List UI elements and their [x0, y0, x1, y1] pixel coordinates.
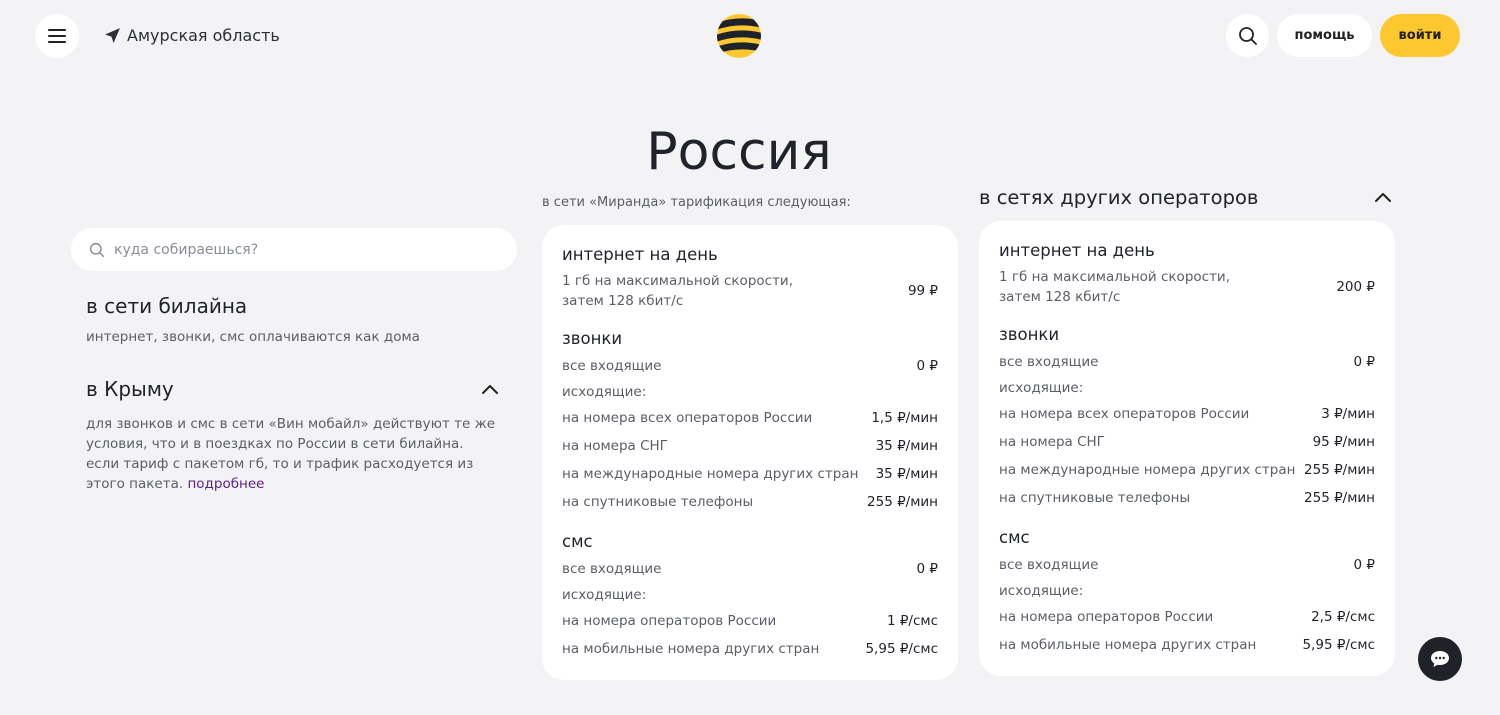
calls-incoming-row: все входящие 0 ₽: [562, 356, 938, 376]
sms-incoming-label: все входящие: [562, 561, 662, 577]
menu-button[interactable]: [35, 14, 79, 58]
page-title: Россия: [646, 122, 832, 182]
region-label: Амурская область: [127, 26, 280, 45]
table-row: на номера СНГ 95 ₽/мин: [999, 432, 1375, 452]
miranda-tariff-card: интернет на день 1 гб на максимальной ск…: [542, 225, 958, 680]
row-label: на номера СНГ: [999, 434, 1105, 450]
search-icon: [1238, 26, 1257, 45]
calls-incoming-price: 0 ₽: [1353, 354, 1375, 370]
sms-outgoing-label: исходящие:: [999, 583, 1084, 599]
row-label: на международные номера других стран: [562, 466, 859, 482]
row-label: на спутниковые телефоны: [999, 490, 1191, 506]
sms-incoming-price: 0 ₽: [916, 561, 938, 577]
beeline-network-text: интернет, звонки, смс оплачиваются как д…: [86, 329, 420, 345]
sms-outgoing-label-row: исходящие:: [999, 581, 1375, 601]
crimea-title[interactable]: в Крыму: [86, 377, 174, 401]
beeline-network-title: в сети билайна: [86, 294, 248, 318]
table-row: на спутниковые телефоны 255 ₽/мин: [562, 492, 938, 512]
internet-desc: 1 гб на максимальной скорости, затем 128…: [999, 269, 1230, 305]
internet-title: интернет на день: [999, 241, 1155, 260]
row-label: на номера всех операторов России: [999, 406, 1250, 422]
table-row: на мобильные номера других стран 5,95 ₽/…: [999, 635, 1375, 655]
crimea-text: для звонков и смс в сети «Вин мобайл» де…: [86, 414, 496, 494]
table-row: на номера операторов России 2,5 ₽/смс: [999, 607, 1375, 627]
table-row: на номера всех операторов России 3 ₽/мин: [999, 404, 1375, 424]
internet-desc: 1 гб на максимальной скорости, затем 128…: [562, 273, 793, 309]
chevron-up-icon[interactable]: [481, 383, 499, 395]
row-price: 255 ₽/мин: [1304, 490, 1375, 506]
search-button[interactable]: [1226, 14, 1269, 57]
row-price: 255 ₽/мин: [1304, 462, 1375, 478]
sms-outgoing-label-row: исходящие:: [562, 585, 938, 605]
sms-incoming-price: 0 ₽: [1353, 557, 1375, 573]
internet-row: 1 гб на максимальной скорости, затем 128…: [562, 271, 938, 311]
row-price: 5,95 ₽/смс: [1302, 637, 1375, 653]
hamburger-icon: [48, 29, 66, 43]
row-price: 35 ₽/мин: [875, 438, 938, 454]
table-row: на номера всех операторов России 1,5 ₽/м…: [562, 408, 938, 428]
chat-button[interactable]: [1418, 637, 1462, 681]
calls-incoming-label: все входящие: [999, 354, 1099, 370]
chevron-up-icon[interactable]: [1374, 191, 1392, 203]
row-label: на номера всех операторов России: [562, 410, 813, 426]
help-button[interactable]: помощь: [1277, 14, 1372, 57]
location-arrow-icon: [105, 28, 120, 43]
destination-search[interactable]: [71, 228, 517, 271]
calls-outgoing-label-row: исходящие:: [999, 378, 1375, 398]
row-label: на номера СНГ: [562, 438, 668, 454]
internet-price: 200 ₽: [1336, 279, 1375, 295]
internet-row: 1 гб на максимальной скорости, затем 128…: [999, 267, 1375, 307]
more-link[interactable]: подробнее: [187, 476, 264, 492]
sms-title: смс: [999, 528, 1030, 547]
sms-incoming-label: все входящие: [999, 557, 1099, 573]
sms-outgoing-label: исходящие:: [562, 587, 647, 603]
sms-incoming-row: все входящие 0 ₽: [562, 559, 938, 579]
table-row: на номера операторов России 1 ₽/смс: [562, 611, 938, 631]
row-label: на международные номера других стран: [999, 462, 1296, 478]
calls-title: звонки: [999, 325, 1060, 344]
row-price: 255 ₽/мин: [867, 494, 938, 510]
miranda-note: в сети «Миранда» тарификация следующая:: [542, 195, 851, 210]
row-price: 1 ₽/смс: [886, 613, 938, 629]
row-label: на мобильные номера других стран: [562, 641, 820, 657]
row-price: 1,5 ₽/мин: [871, 410, 938, 426]
calls-incoming-row: все входящие 0 ₽: [999, 352, 1375, 372]
row-price: 95 ₽/мин: [1312, 434, 1375, 450]
calls-outgoing-label-row: исходящие:: [562, 382, 938, 402]
login-button[interactable]: войти: [1380, 14, 1460, 57]
table-row: на номера СНГ 35 ₽/мин: [562, 436, 938, 456]
other-operators-title[interactable]: в сетях других операторов: [979, 186, 1258, 209]
calls-incoming-price: 0 ₽: [916, 358, 938, 374]
row-label: на номера операторов России: [999, 609, 1214, 625]
row-price: 2,5 ₽/смс: [1311, 609, 1375, 625]
region-selector[interactable]: Амурская область: [104, 26, 280, 45]
sms-title: смс: [562, 532, 593, 551]
calls-outgoing-label: исходящие:: [562, 384, 647, 400]
table-row: на международные номера других стран 35 …: [562, 464, 938, 484]
row-price: 5,95 ₽/смс: [865, 641, 938, 657]
row-label: на мобильные номера других стран: [999, 637, 1257, 653]
row-label: на спутниковые телефоны: [562, 494, 754, 510]
calls-title: звонки: [562, 329, 623, 348]
beeline-logo[interactable]: [716, 13, 762, 59]
sms-incoming-row: все входящие 0 ₽: [999, 555, 1375, 575]
destination-search-input[interactable]: [114, 241, 494, 258]
table-row: на международные номера других стран 255…: [999, 460, 1375, 480]
row-price: 35 ₽/мин: [875, 466, 938, 482]
row-label: на номера операторов России: [562, 613, 777, 629]
table-row: на спутниковые телефоны 255 ₽/мин: [999, 488, 1375, 508]
other-operators-tariff-card: интернет на день 1 гб на максимальной ск…: [979, 221, 1395, 676]
internet-price: 99 ₽: [907, 283, 938, 299]
calls-incoming-label: все входящие: [562, 358, 662, 374]
row-price: 3 ₽/мин: [1321, 406, 1375, 422]
search-icon: [89, 242, 105, 257]
internet-title: интернет на день: [562, 245, 718, 264]
chat-icon: [1431, 651, 1449, 667]
table-row: на мобильные номера других стран 5,95 ₽/…: [562, 639, 938, 659]
calls-outgoing-label: исходящие:: [999, 380, 1084, 396]
crimea-description: для звонков и смс в сети «Вин мобайл» де…: [86, 416, 496, 492]
